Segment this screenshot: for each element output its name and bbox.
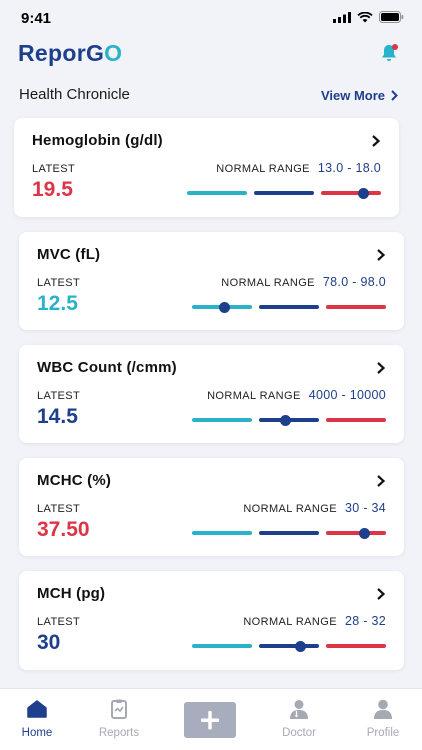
normal-range-label: NORMAL RANGE bbox=[221, 277, 315, 289]
lab-test-title: MCH (pg) bbox=[37, 585, 106, 602]
range-bar-low bbox=[192, 418, 252, 422]
range-indicator bbox=[192, 415, 386, 426]
normal-range-label: NORMAL RANGE bbox=[207, 390, 301, 402]
normal-range: NORMAL RANGE 28 - 32 bbox=[243, 614, 386, 628]
latest-value: 37.50 bbox=[37, 518, 90, 541]
plus-icon bbox=[201, 711, 219, 730]
chevron-right-icon bbox=[377, 249, 386, 261]
range-bar-low bbox=[187, 191, 247, 195]
add-report-button[interactable] bbox=[184, 702, 236, 738]
lab-test-title: MVC (fL) bbox=[37, 246, 101, 263]
home-icon bbox=[27, 700, 47, 718]
latest-label: LATEST bbox=[37, 616, 81, 628]
normal-range-value: 4000 - 10000 bbox=[308, 388, 386, 402]
range-marker bbox=[279, 415, 291, 426]
tab-home[interactable]: Home bbox=[2, 699, 72, 739]
normal-range-label: NORMAL RANGE bbox=[216, 163, 310, 175]
status-time: 9:41 bbox=[21, 10, 52, 27]
app-header: ReporGO bbox=[0, 36, 422, 76]
signal-icon bbox=[333, 11, 351, 23]
normal-range-value: 28 - 32 bbox=[344, 614, 386, 628]
range-marker bbox=[358, 188, 370, 199]
latest-value: 30 bbox=[37, 631, 61, 654]
range-indicator bbox=[192, 641, 386, 652]
latest-value: 12.5 bbox=[37, 292, 78, 315]
range-bar-high bbox=[326, 418, 386, 422]
view-more-link[interactable]: View More bbox=[321, 88, 398, 103]
range-marker bbox=[295, 641, 307, 652]
normal-range: NORMAL RANGE 78.0 - 98.0 bbox=[221, 275, 386, 289]
latest-label: LATEST bbox=[37, 277, 81, 289]
tab-doctor[interactable]: Doctor bbox=[264, 699, 334, 739]
range-bar-high bbox=[321, 191, 381, 195]
range-marker bbox=[359, 528, 371, 539]
system-icons bbox=[333, 11, 404, 23]
range-indicator bbox=[192, 302, 386, 313]
wifi-icon bbox=[357, 11, 373, 22]
range-bar-high bbox=[326, 531, 386, 535]
section-title: Health Chronicle bbox=[19, 86, 130, 103]
normal-range-value: 30 - 34 bbox=[344, 501, 386, 515]
chevron-right-icon bbox=[372, 135, 381, 147]
range-bar-high bbox=[326, 644, 386, 648]
normal-range: NORMAL RANGE 13.0 - 18.0 bbox=[216, 161, 381, 175]
lab-test-title: WBC Count (/cmm) bbox=[37, 359, 177, 376]
lab-result-card[interactable]: WBC Count (/cmm) LATEST 14.5 NORMAL RANGE 40… bbox=[19, 345, 404, 443]
range-bar-normal bbox=[259, 644, 319, 648]
reports-icon bbox=[111, 699, 127, 719]
profile-icon bbox=[374, 699, 392, 719]
normal-range-value: 78.0 - 98.0 bbox=[322, 275, 386, 289]
normal-range-label: NORMAL RANGE bbox=[243, 503, 337, 515]
lab-test-title: MCHC (%) bbox=[37, 472, 112, 489]
chevron-right-icon bbox=[391, 90, 398, 101]
lab-test-title: Hemoglobin (g/dl) bbox=[32, 132, 163, 149]
battery-icon bbox=[379, 11, 404, 23]
range-bar-low bbox=[192, 644, 252, 648]
normal-range: NORMAL RANGE 30 - 34 bbox=[243, 501, 386, 515]
latest-value: 19.5 bbox=[32, 178, 73, 201]
latest-label: LATEST bbox=[37, 503, 81, 515]
tab-reports[interactable]: Reports bbox=[84, 699, 154, 739]
section-header: Health Chronicle View More bbox=[0, 84, 422, 108]
range-bar-normal bbox=[259, 305, 319, 309]
normal-range-label: NORMAL RANGE bbox=[243, 616, 337, 628]
chevron-right-icon bbox=[377, 588, 386, 600]
range-bar-normal bbox=[254, 191, 314, 195]
lab-result-card[interactable]: Hemoglobin (g/dl) LATEST 19.5 NORMAL RANGE 1… bbox=[14, 118, 399, 217]
tab-doctor-label: Doctor bbox=[282, 727, 316, 739]
notification-bell-icon[interactable] bbox=[378, 42, 400, 64]
status-bar: 9:41 bbox=[0, 0, 422, 36]
app-logo: ReporGO bbox=[18, 40, 123, 66]
bottom-tab-bar: Home Reports Doctor Profile bbox=[0, 688, 422, 750]
range-bar-normal bbox=[259, 531, 319, 535]
tab-home-label: Home bbox=[21, 727, 53, 739]
tab-profile-label: Profile bbox=[366, 727, 400, 739]
range-indicator bbox=[187, 188, 381, 199]
chevron-right-icon bbox=[377, 475, 386, 487]
tab-profile[interactable]: Profile bbox=[348, 699, 418, 739]
lab-result-card[interactable]: MCHC (%) LATEST 37.50 NORMAL RANGE 30 - 34 bbox=[19, 458, 404, 556]
doctor-icon bbox=[290, 700, 308, 719]
latest-label: LATEST bbox=[32, 163, 76, 175]
chevron-right-icon bbox=[377, 362, 386, 374]
range-bar-low bbox=[192, 531, 252, 535]
normal-range-value: 13.0 - 18.0 bbox=[317, 161, 381, 175]
range-marker bbox=[219, 302, 231, 313]
lab-result-card[interactable]: MCH (pg) LATEST 30 NORMAL RANGE 28 - 32 bbox=[19, 571, 404, 670]
range-indicator bbox=[192, 528, 386, 539]
latest-value: 14.5 bbox=[37, 405, 78, 428]
range-bar-high bbox=[326, 305, 386, 309]
view-more-label: View More bbox=[320, 88, 385, 103]
normal-range: NORMAL RANGE 4000 - 10000 bbox=[207, 388, 386, 402]
tab-reports-label: Reports bbox=[98, 727, 140, 739]
latest-label: LATEST bbox=[37, 390, 81, 402]
lab-result-card[interactable]: MVC (fL) LATEST 12.5 NORMAL RANGE 78.0 - 98.… bbox=[19, 232, 404, 330]
